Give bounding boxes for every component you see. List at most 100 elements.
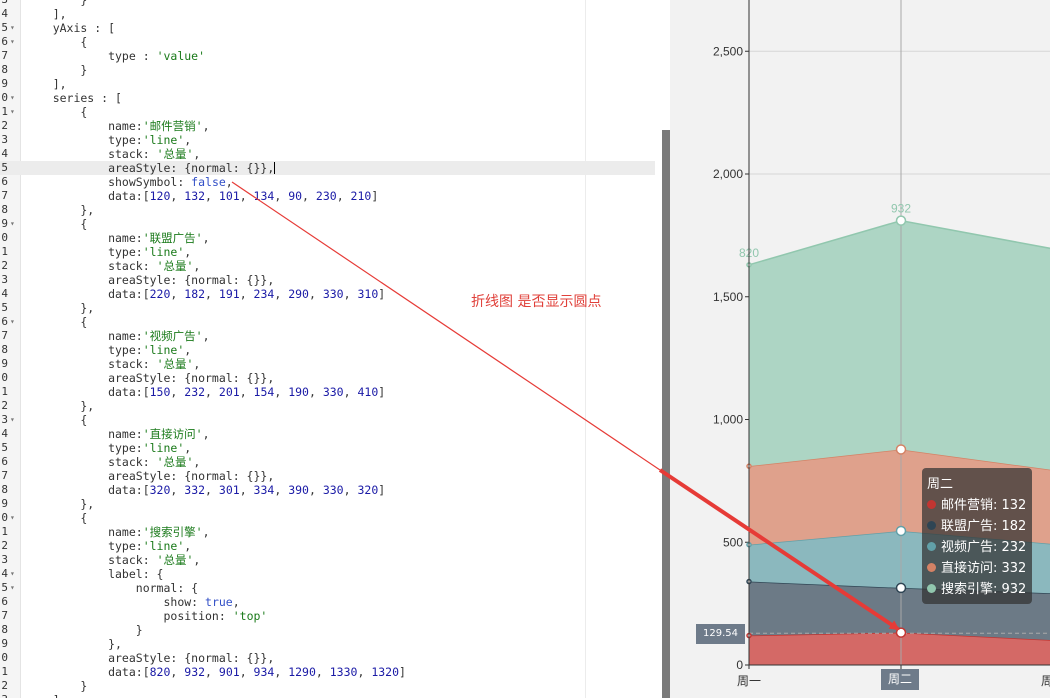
data-point [895,627,907,638]
code-text: name:'搜索引擎', [25,525,210,539]
code-line[interactable]: 4 ], [0,7,655,21]
line-number: 8 [1,623,8,636]
code-line[interactable]: 7 data:[120, 132, 101, 134, 90, 230, 210… [0,189,655,203]
line-number: 8 [1,203,8,216]
tooltip-row-label: 联盟广告: 182 [941,519,1027,534]
fold-toggle-icon[interactable]: ▾ [10,21,18,35]
code-line[interactable]: 8 type:'line', [0,343,655,357]
code-line[interactable]: 9 ], [0,77,655,91]
code-line[interactable]: 5 type:'line', [0,441,655,455]
code-editor[interactable]: 3 }4 ],5▾ yAxis : [6▾ {7 type : 'value'8… [0,0,660,698]
code-line[interactable]: 5 areaStyle: {normal: {}}, [0,161,655,175]
code-line[interactable]: 1 name:'搜索引擎', [0,525,655,539]
line-number: 1 [1,385,8,398]
code-line[interactable]: 7 areaStyle: {normal: {}}, [0,469,655,483]
code-line[interactable]: 9 }, [0,497,655,511]
code-line[interactable]: 6 ▾ { [0,35,655,49]
line-number: 6 [1,455,8,468]
code-text: type:'line', [25,441,192,455]
fold-toggle-icon[interactable]: ▾ [10,315,18,329]
line-number: 1 [1,105,8,118]
code-line[interactable]: 7 name:'视频广告', [0,329,655,343]
code-text: normal: { [25,581,199,595]
code-line[interactable]: 1 data:[150, 232, 201, 154, 190, 330, 41… [0,385,655,399]
code-text: } [25,623,143,637]
series-color-dot [927,542,936,551]
code-line[interactable]: 9 ▾ { [0,217,655,231]
code-line[interactable]: 2 name:'邮件营销', [0,119,655,133]
code-line[interactable]: 9 stack: '总量', [0,357,655,371]
code-line[interactable]: 6 show: true, [0,595,655,609]
fold-toggle-icon[interactable]: ▾ [10,567,18,581]
code-text: yAxis : [ [25,21,116,35]
code-text: { [25,511,88,525]
code-text: areaStyle: {normal: {}}, [25,371,275,385]
code-text: name:'邮件营销', [25,119,210,133]
code-line[interactable]: 8 } [0,623,655,637]
code-line[interactable]: 8 } [0,63,655,77]
line-number: 9 [1,357,8,370]
code-line[interactable]: 3 } [0,0,655,7]
code-line[interactable]: 5 ▾ yAxis : [ [0,21,655,35]
code-line[interactable]: 3 type:'line', [0,133,655,147]
code-line[interactable]: 8 data:[320, 332, 301, 334, 390, 330, 32… [0,483,655,497]
code-line[interactable]: 1 data:[820, 932, 901, 934, 1290, 1330, … [0,665,655,679]
code-line[interactable]: 3 areaStyle: {normal: {}}, [0,273,655,287]
code-line[interactable]: 6 ▾ { [0,315,655,329]
code-line[interactable]: 7 type : 'value' [0,49,655,63]
data-label: 932 [891,202,911,216]
line-number: 7 [1,329,8,342]
splitter-scrollbar[interactable] [662,130,670,698]
code-line[interactable]: 2 }, [0,399,655,413]
code-text: { [25,413,88,427]
code-text: { [25,105,88,119]
fold-toggle-icon[interactable]: ▾ [10,581,18,595]
line-number: 8 [1,483,8,496]
code-line[interactable]: 3 ] [0,693,655,698]
line-number: 6 [1,315,8,328]
code-line[interactable]: 2 type:'line', [0,539,655,553]
code-line[interactable]: 4 ▾ label: { [0,567,655,581]
code-line[interactable]: 2 stack: '总量', [0,259,655,273]
code-text: } [25,0,88,7]
fold-toggle-icon[interactable]: ▾ [10,35,18,49]
fold-toggle-icon[interactable]: ▾ [10,413,18,427]
code-line[interactable]: 3 stack: '总量', [0,553,655,567]
y-tick-label: 0 [736,658,743,672]
code-line[interactable]: 8 }, [0,203,655,217]
fold-toggle-icon[interactable]: ▾ [10,511,18,525]
code-line[interactable]: 9 }, [0,637,655,651]
line-number: 9 [1,217,8,230]
code-line[interactable]: 1 ▾ { [0,105,655,119]
line-number: 9 [1,497,8,510]
line-number: 3 [1,413,8,426]
series-area [749,220,1050,470]
code-line[interactable]: 6 stack: '总量', [0,455,655,469]
line-number: 7 [1,189,8,202]
code-line[interactable]: 0 areaStyle: {normal: {}}, [0,651,655,665]
code-line[interactable]: 0 areaStyle: {normal: {}}, [0,371,655,385]
code-line[interactable]: 3 ▾ { [0,413,655,427]
data-point [895,215,907,226]
code-text: data:[820, 932, 901, 934, 1290, 1330, 13… [25,665,406,679]
code-text: { [25,35,88,49]
code-line[interactable]: 5 ▾ normal: { [0,581,655,595]
fold-toggle-icon[interactable]: ▾ [10,217,18,231]
code-text: { [25,315,88,329]
code-line[interactable]: 0 ▾ series : [ [0,91,655,105]
code-text: } [25,679,88,693]
tooltip-row-label: 视频广告: 232 [941,540,1027,555]
code-line[interactable]: 2 } [0,679,655,693]
code-line[interactable]: 7 position: 'top' [0,609,655,623]
line-number: 1 [1,245,8,258]
code-text: }, [25,399,95,413]
code-line[interactable]: 0 ▾ { [0,511,655,525]
code-line[interactable]: 1 type:'line', [0,245,655,259]
code-line[interactable]: 4 stack: '总量', [0,147,655,161]
code-text: stack: '总量', [25,147,201,161]
code-line[interactable]: 0 name:'联盟广告', [0,231,655,245]
fold-toggle-icon[interactable]: ▾ [10,91,18,105]
code-line[interactable]: 4 name:'直接访问', [0,427,655,441]
fold-toggle-icon[interactable]: ▾ [10,105,18,119]
code-line[interactable]: 6 showSymbol: false, [0,175,655,189]
